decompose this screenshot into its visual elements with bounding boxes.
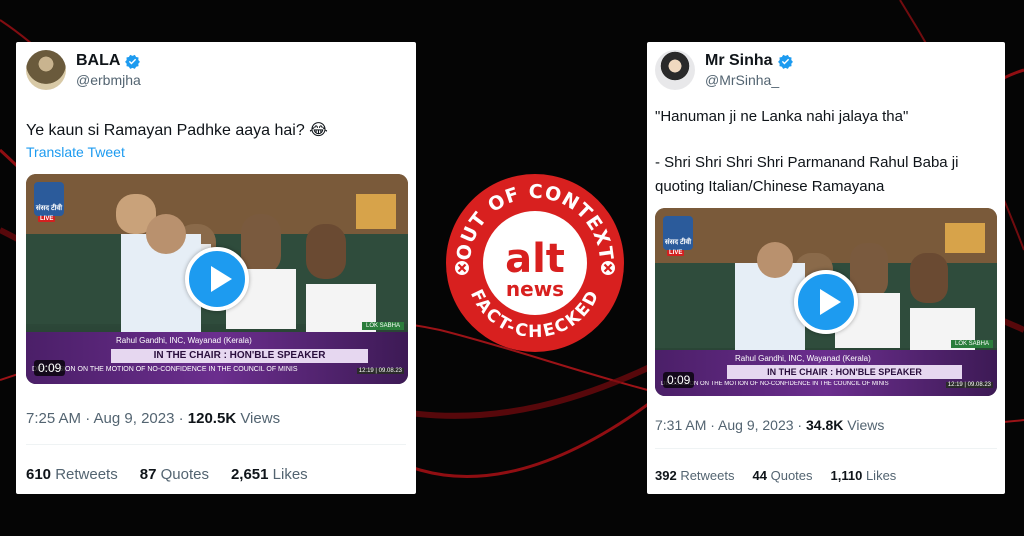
handle[interactable]: @MrSinha_	[705, 72, 794, 88]
views-label: Views	[843, 417, 885, 433]
retweets-stat[interactable]: 610 Retweets	[26, 466, 118, 483]
verified-badge-icon	[125, 54, 141, 69]
tweet-text: Ye kaun si Ramayan Padhke aaya hai? 😂	[26, 122, 328, 139]
broadcast-timestamp: 12:19 | 09.08.23	[356, 368, 404, 374]
video-duration: 0:09	[34, 360, 66, 376]
tweet-meta: 7:31 AM · Aug 9, 2023 · 34.8K Views	[655, 417, 884, 433]
views-count: 120.5K	[187, 410, 237, 427]
chair-caption: IN THE CHAIR : HON'BLE SPEAKER	[111, 349, 368, 363]
broadcast-timestamp: 12:19 | 09.08.23	[945, 382, 993, 388]
tweet-text-line2: - Shri Shri Shri Shri Parmanand Rahul Ba…	[655, 154, 959, 171]
quotes-stat[interactable]: 44 Quotes	[753, 468, 813, 483]
video-player[interactable]: संसद टीवी LIVE LOK SABHA Rahul Gandhi, I…	[26, 174, 408, 384]
likes-stat[interactable]: 1,110 Likes	[831, 468, 897, 483]
play-icon	[211, 266, 232, 292]
news-logo-text: news	[506, 277, 564, 301]
live-badge: LIVE	[667, 250, 685, 256]
tweet-meta: 7:25 AM · Aug 9, 2023 · 120.5K Views	[26, 410, 280, 427]
fact-check-badge: OUT OF CONTEXT FACT-CHECKED alt news	[446, 174, 624, 352]
divider	[655, 448, 997, 449]
tweet-header: Mr Sinha @MrSinha_	[655, 50, 794, 90]
lok-sabha-tag: LOK SABHA	[950, 340, 993, 348]
play-icon	[820, 289, 841, 315]
play-button[interactable]	[794, 270, 858, 334]
channel-logo: संसद टीवी LIVE	[663, 216, 693, 256]
play-button[interactable]	[185, 247, 249, 311]
display-name-text[interactable]: BALA	[76, 52, 120, 70]
retweets-stat[interactable]: 392 Retweets	[655, 468, 735, 483]
display-name[interactable]: Mr Sinha	[705, 52, 794, 70]
views-count: 34.8K	[806, 417, 844, 433]
discussion-caption: DISCUSSION ON THE MOTION OF NO-CONFIDENC…	[661, 381, 889, 387]
tweet-stats: 610 Retweets 87 Quotes 2,651 Likes	[26, 466, 330, 483]
speaker-name-caption: Rahul Gandhi, INC, Wayanad (Kerala)	[116, 336, 252, 345]
video-lower-third: LOK SABHA Rahul Gandhi, INC, Wayanad (Ke…	[655, 340, 997, 396]
tweet-timestamp[interactable]: 7:31 AM · Aug 9, 2023 ·	[655, 417, 806, 433]
lok-sabha-tag: LOK SABHA	[361, 322, 404, 330]
speaker-name-caption: Rahul Gandhi, INC, Wayanad (Kerala)	[735, 354, 871, 363]
video-lower-third: LOK SABHA Rahul Gandhi, INC, Wayanad (Ke…	[26, 322, 408, 384]
tweet-stats: 392 Retweets 44 Quotes 1,110 Likes	[655, 468, 918, 483]
divider	[26, 444, 406, 445]
display-name[interactable]: BALA	[76, 52, 141, 70]
tweet-header: BALA @erbmjha	[26, 50, 141, 90]
badge-right-x-icon	[601, 261, 615, 275]
verified-badge-icon	[777, 54, 793, 69]
avatar[interactable]	[26, 50, 66, 90]
channel-logo: संसद टीवी LIVE	[34, 182, 64, 222]
tweet-timestamp[interactable]: 7:25 AM · Aug 9, 2023 ·	[26, 410, 188, 427]
tweet-text-line3: quoting Italian/Chinese Ramayana	[655, 178, 885, 195]
tweet-card-bala[interactable]: BALA @erbmjha Ye kaun si Ramayan Padhke …	[16, 42, 416, 494]
translate-tweet-link[interactable]: Translate Tweet	[26, 144, 125, 160]
badge-left-x-icon	[455, 261, 469, 275]
views-label: Views	[236, 410, 281, 427]
video-duration: 0:09	[663, 372, 695, 388]
quotes-stat[interactable]: 87 Quotes	[140, 466, 209, 483]
tweet-text-line1: "Hanuman ji ne Lanka nahi jalaya tha"	[655, 108, 909, 125]
likes-stat[interactable]: 2,651 Likes	[231, 466, 308, 483]
display-name-text[interactable]: Mr Sinha	[705, 52, 773, 70]
handle[interactable]: @erbmjha	[76, 72, 141, 88]
avatar[interactable]	[655, 50, 695, 90]
live-badge: LIVE	[38, 216, 56, 222]
chair-caption: IN THE CHAIR : HON'BLE SPEAKER	[727, 365, 962, 379]
alt-logo-text: alt	[505, 236, 565, 282]
tweet-card-mrsinha[interactable]: Mr Sinha @MrSinha_ "Hanuman ji ne Lanka …	[647, 42, 1005, 494]
video-player[interactable]: संसद टीवी LIVE LOK SABHA Rahul Gandhi, I…	[655, 208, 997, 396]
discussion-caption: DISCUSSION ON THE MOTION OF NO-CONFIDENC…	[32, 366, 298, 373]
